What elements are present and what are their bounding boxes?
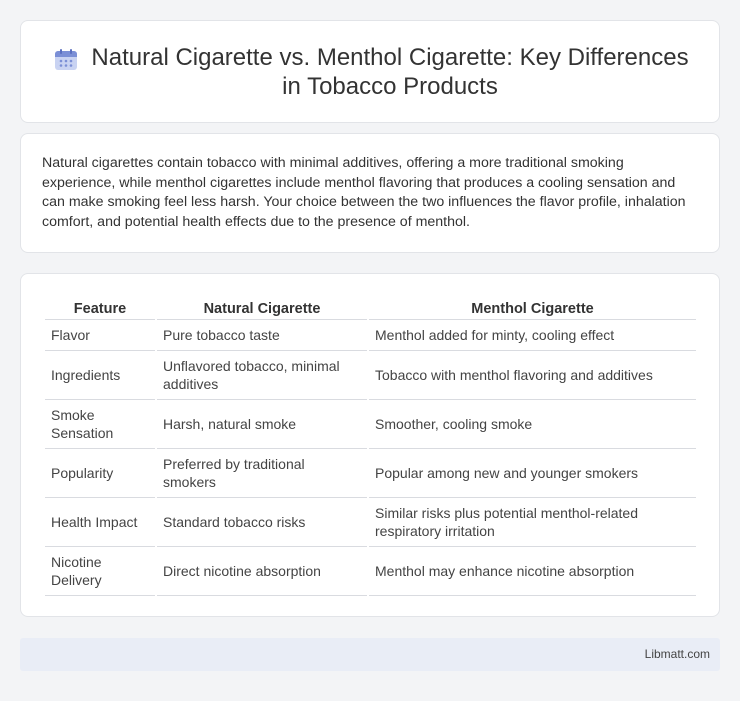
feature-cell: Health Impact	[45, 498, 155, 547]
header-natural: Natural Cigarette	[157, 296, 367, 320]
title-wrap: Natural Cigarette vs. Menthol Cigarette:…	[21, 21, 719, 122]
feature-cell: Popularity	[45, 449, 155, 498]
menthol-cell: Smoother, cooling smoke	[369, 400, 696, 449]
menthol-cell: Tobacco with menthol flavoring and addit…	[369, 351, 696, 400]
table-row: Nicotine Delivery Direct nicotine absorp…	[45, 547, 696, 596]
table-row: Flavor Pure tobacco taste Menthol added …	[45, 320, 696, 351]
menthol-cell: Popular among new and younger smokers	[369, 449, 696, 498]
feature-cell: Nicotine Delivery	[45, 547, 155, 596]
natural-cell: Standard tobacco risks	[157, 498, 367, 547]
natural-cell: Preferred by traditional smokers	[157, 449, 367, 498]
table-row: Popularity Preferred by traditional smok…	[45, 449, 696, 498]
natural-cell: Harsh, natural smoke	[157, 400, 367, 449]
menthol-cell: Menthol added for minty, cooling effect	[369, 320, 696, 351]
intro-card: Natural cigarettes contain tobacco with …	[20, 133, 720, 253]
natural-cell: Pure tobacco taste	[157, 320, 367, 351]
menthol-cell: Menthol may enhance nicotine absorption	[369, 547, 696, 596]
table-row: Health Impact Standard tobacco risks Sim…	[45, 498, 696, 547]
natural-cell: Direct nicotine absorption	[157, 547, 367, 596]
feature-cell: Ingredients	[45, 351, 155, 400]
feature-cell: Smoke Sensation	[45, 400, 155, 449]
feature-cell: Flavor	[45, 320, 155, 351]
table-row: Smoke Sensation Harsh, natural smoke Smo…	[45, 400, 696, 449]
title-card: Natural Cigarette vs. Menthol Cigarette:…	[20, 20, 720, 123]
comparison-table: Feature Natural Cigarette Menthol Cigare…	[43, 296, 698, 596]
intro-paragraph: Natural cigarettes contain tobacco with …	[42, 155, 686, 230]
natural-cell: Unflavored tobacco, minimal additives	[157, 351, 367, 400]
table-header-row: Feature Natural Cigarette Menthol Cigare…	[45, 296, 696, 320]
footer-bar: Libmatt.com	[20, 638, 720, 671]
page-title: Natural Cigarette vs. Menthol Cigarette:…	[91, 43, 689, 100]
table-row: Ingredients Unflavored tobacco, minimal …	[45, 351, 696, 400]
footer-site-link[interactable]: Libmatt.com	[645, 647, 710, 661]
header-feature: Feature	[45, 296, 155, 320]
comparison-card: Feature Natural Cigarette Menthol Cigare…	[20, 273, 720, 617]
header-menthol: Menthol Cigarette	[369, 296, 696, 320]
menthol-cell: Similar risks plus potential menthol-rel…	[369, 498, 696, 547]
